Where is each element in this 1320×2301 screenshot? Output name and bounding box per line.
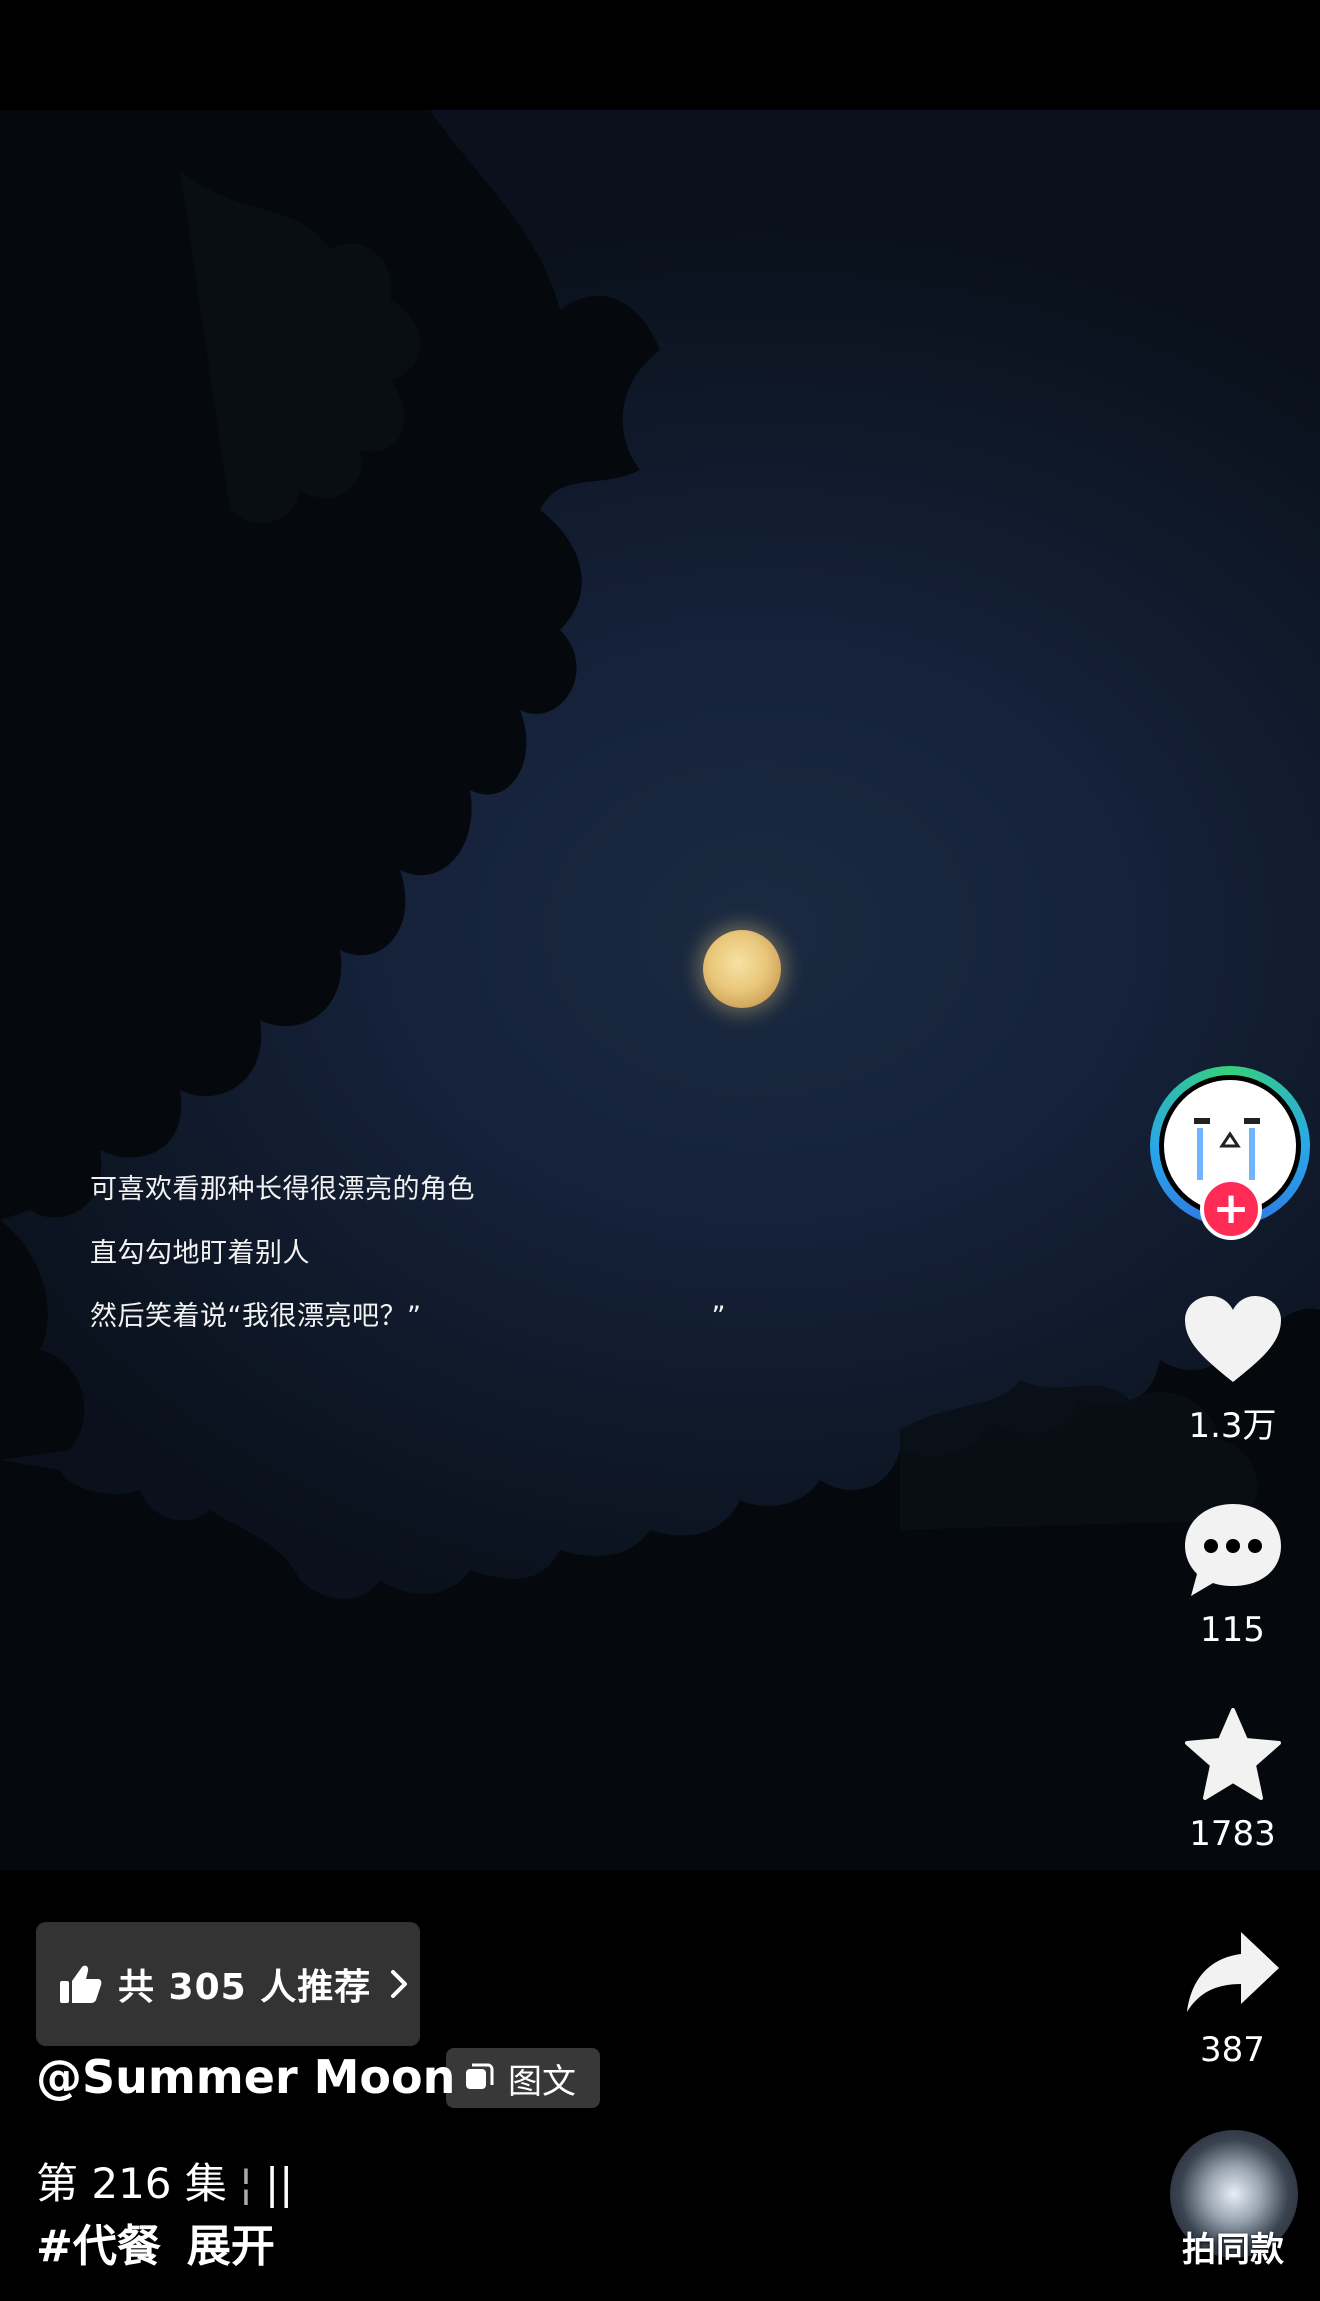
heart-icon <box>1184 1296 1281 1382</box>
comment-icon <box>1184 1504 1281 1596</box>
share-arrow-icon <box>1186 1932 1279 2012</box>
caption-line-3: 然后笑着说“我很漂亮吧？” ” <box>90 1294 726 1333</box>
moon <box>703 930 781 1008</box>
chevron-right-icon <box>391 1970 408 1998</box>
hashtag-link[interactable]: #代餐 <box>36 2221 161 2272</box>
caption-line-2: 直勾勾地盯着别人 <box>90 1238 310 1269</box>
like-count: 1.3万 <box>1188 1406 1277 1446</box>
post-type-label: 图文 <box>508 2061 576 2102</box>
share-button[interactable]: 387 <box>1170 1928 1295 2070</box>
post-type-badge: 图文 <box>446 2048 600 2108</box>
star-icon <box>1184 1708 1281 1800</box>
caption-line-3-text: 然后笑着说“我很漂亮吧？” <box>90 1301 422 1332</box>
post-image[interactable] <box>0 110 1320 1870</box>
same-style-label: 拍同款 <box>1182 2230 1284 2270</box>
hashtag-row: #代餐 展开 <box>36 2210 275 2274</box>
comment-count: 115 <box>1200 1610 1265 1650</box>
follow-button[interactable]: + <box>1200 1178 1262 1240</box>
like-button[interactable]: 1.3万 <box>1170 1294 1295 1447</box>
caption-line-1: 可喜欢看那种长得很漂亮的角色 <box>90 1174 475 1205</box>
author-avatar[interactable]: + <box>1150 1066 1316 1240</box>
recommend-label: 共 305 人推荐 <box>118 1967 372 2008</box>
favorite-button[interactable]: 1783 <box>1170 1708 1295 1854</box>
same-style-button[interactable]: 拍同款 <box>1168 2130 1298 2280</box>
episode-label: 第 216 集 <box>36 2159 227 2208</box>
expand-button[interactable]: 展开 <box>187 2221 275 2272</box>
recommend-button[interactable]: 共 305 人推荐 <box>36 1922 420 2046</box>
thumbs-up-icon <box>60 1965 102 2003</box>
comment-button[interactable]: 115 <box>1170 1502 1295 1650</box>
divider: ¦ <box>238 2159 254 2208</box>
image-text-icon <box>466 2063 494 2089</box>
share-count: 387 <box>1200 2030 1265 2070</box>
caption-line-3-close: ” <box>711 1301 726 1332</box>
pause-icon[interactable]: || <box>265 2159 293 2208</box>
author-username[interactable]: @Summer Moon <box>36 2050 455 2104</box>
tree-silhouette <box>0 110 1320 1870</box>
favorite-count: 1783 <box>1189 1814 1276 1854</box>
episode-row[interactable]: 第 216 集 ¦ || <box>36 2150 293 2211</box>
